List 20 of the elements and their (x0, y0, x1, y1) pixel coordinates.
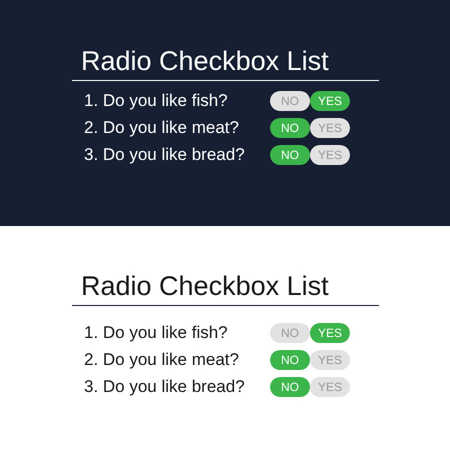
toggle-option[interactable]: NO (270, 91, 310, 111)
toggle-option[interactable]: YES (310, 118, 350, 138)
toggle-option[interactable]: NO (270, 118, 310, 138)
toggle-option[interactable]: YES (310, 145, 350, 165)
question-text: 1. Do you like fish? (84, 91, 229, 111)
question-text: 3. Do you like bread? (84, 145, 246, 165)
toggle-option[interactable]: NO (270, 323, 310, 343)
question-text: 2. Do you like meat? (84, 118, 240, 138)
toggle-option[interactable]: YES (310, 350, 350, 370)
question-text: 1. Do you like fish? (84, 323, 229, 343)
list-title: Radio Checkbox List (80, 270, 330, 303)
toggle-option[interactable]: YES (310, 377, 350, 397)
toggle-option[interactable]: NO (270, 145, 310, 165)
toggle-option[interactable]: NO (270, 350, 310, 370)
toggle-option[interactable]: NO (270, 377, 310, 397)
toggle-option[interactable]: YES (310, 91, 350, 111)
question-text: 3. Do you like bread? (84, 377, 246, 397)
question-text: 2. Do you like meat? (84, 350, 240, 370)
toggle-option[interactable]: YES (310, 323, 350, 343)
list-title: Radio Checkbox List (80, 45, 330, 78)
